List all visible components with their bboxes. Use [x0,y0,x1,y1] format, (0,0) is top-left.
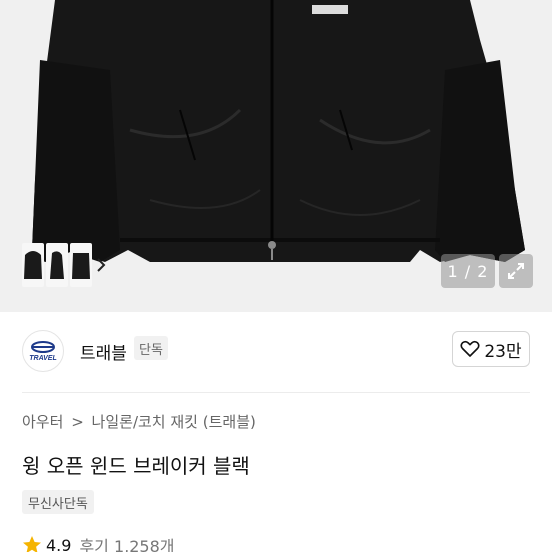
exclusive-tag: 무신사단독 [22,490,94,514]
like-count: 23만 [484,341,522,362]
breadcrumb-separator: > [71,413,84,431]
review-count[interactable]: 후기 1,258개 [79,533,174,552]
like-button[interactable]: 23만 [452,331,530,367]
breadcrumb-item-outer[interactable]: 아우터 [22,413,63,431]
brand-name[interactable]: 트래블 [80,339,127,364]
exclusive-badge: 단독 [134,336,168,360]
breadcrumb-item-category[interactable]: 나일론/코치 재킷 (트래블) [92,413,256,431]
thumbnail-front[interactable] [22,243,44,287]
heart-icon [460,340,480,357]
product-image-gallery[interactable]: 1 / 2 [0,0,552,312]
chevron-right-icon[interactable] [94,243,108,287]
rating-row[interactable]: 4.9 후기 1,258개 [22,533,175,552]
brand-logo[interactable]: TRAVEL [22,330,64,372]
thumbnail-strip [22,243,114,287]
brand-row: TRAVEL 트래블 단독 23만 [0,312,552,386]
image-counter: 1 / 2 [441,254,495,288]
rating-score: 4.9 [46,535,72,552]
thumbnail-side[interactable] [46,243,68,287]
product-title: 윙 오픈 윈드 브레이커 블랙 [22,454,250,478]
svg-text:TRAVEL: TRAVEL [29,355,56,362]
thumbnail-back[interactable] [70,243,92,287]
breadcrumb: 아우터 > 나일론/코치 재킷 (트래블) [22,411,256,432]
expand-icon[interactable] [499,254,533,288]
divider [22,392,530,393]
star-icon [23,536,41,552]
